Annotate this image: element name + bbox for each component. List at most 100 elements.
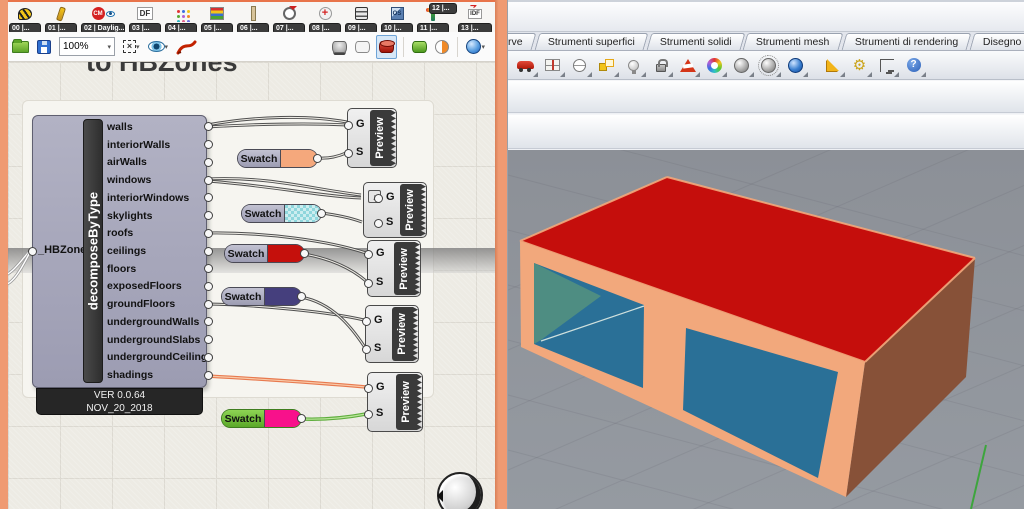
gh-tab-02-daylight[interactable]: CM 02 | Daylig... [80, 4, 126, 34]
layout-tool-button[interactable] [593, 53, 620, 78]
vehicle-tool-button[interactable] [512, 53, 539, 78]
component-name-strip[interactable]: decomposeByType [83, 119, 103, 383]
gh-tab-01[interactable]: 01 |... [44, 4, 78, 34]
output-param-ceilings[interactable]: ceilings [107, 242, 213, 260]
save-file-button[interactable] [35, 35, 53, 59]
color-tool-button[interactable] [701, 53, 728, 78]
zoom-level-select[interactable]: 100% ▾ [59, 37, 115, 56]
chevron-down-icon[interactable]: ▾ [107, 43, 111, 51]
bee-icon [12, 5, 38, 22]
display-mode-button[interactable]: ▾ [464, 35, 487, 59]
gh-tab-04[interactable]: 04 |... [164, 4, 198, 34]
input-param-hbzone[interactable]: _HBZone [27, 244, 86, 256]
preview-component-1[interactable]: G S Preview [343, 108, 397, 168]
preview-component-2[interactable]: ↓ G S Preview [363, 182, 427, 238]
output-param-shadings[interactable]: shadings [107, 366, 213, 384]
zoom-level-value: 100% [63, 41, 89, 52]
swatch-component-walls[interactable]: Swatch [237, 149, 322, 168]
gh-tab-05[interactable]: 05 |... [200, 4, 234, 34]
color-bars-icon [204, 5, 230, 22]
swatch-color-well[interactable] [264, 410, 301, 427]
output-param-floors[interactable]: floors [107, 260, 213, 278]
output-param-groundfloors[interactable]: groundFloors [107, 295, 213, 313]
tab-strumenti-di-rendering[interactable]: Strumenti di rendering [841, 33, 972, 50]
preview-off-icon [332, 40, 348, 53]
output-param-airwalls[interactable]: airWalls [107, 153, 213, 171]
empty-toolbar-band-2 [508, 114, 1024, 149]
swatch-component-roofs[interactable]: Swatch [224, 244, 309, 263]
output-param-exposedfloors[interactable]: exposedFloors [107, 278, 213, 296]
map-icon [545, 59, 560, 71]
lock-icon [655, 58, 668, 72]
open-folder-icon [12, 38, 29, 53]
gh-tab-09[interactable]: 09 |... [344, 4, 378, 34]
eye-icon [147, 41, 165, 52]
material-sphere-button[interactable] [728, 53, 755, 78]
visibility-button[interactable]: ▾ [146, 35, 171, 59]
output-param-walls[interactable]: walls [107, 118, 213, 136]
help-button[interactable]: ? [900, 53, 927, 78]
flag-icon [826, 59, 839, 71]
swatch-color-well[interactable] [264, 288, 301, 305]
sketch-tool-button[interactable] [174, 35, 200, 59]
swatch-component-shadings-selected[interactable]: Swatch [221, 409, 306, 428]
grasshopper-toolbar: 100% ▾ × ▾ ▾ ▾ [8, 32, 495, 62]
output-param-undergroundwalls[interactable]: undergroundWalls [107, 313, 213, 331]
green-axis-line [970, 444, 987, 509]
gh-tab-10[interactable]: OS 10 |... [380, 4, 414, 34]
tab-strumenti-superfici[interactable]: Strumenti superfici [534, 33, 649, 50]
swatch-color-well[interactable] [280, 150, 317, 167]
gh-tab-03[interactable]: DF 03 |... [128, 4, 162, 34]
open-file-button[interactable] [10, 35, 31, 59]
chevron-down-icon[interactable]: ▾ [136, 43, 140, 51]
help-icon: ? [906, 58, 921, 72]
render-tool-button[interactable] [674, 53, 701, 78]
gh-tab-13[interactable]: IDF 13 |... [457, 4, 493, 34]
tab-strumenti-curve[interactable]: nti curve [508, 33, 537, 50]
environment-sphere-button[interactable] [782, 53, 809, 78]
swatch-color-well[interactable] [284, 205, 321, 222]
document-preview-button[interactable] [410, 35, 429, 59]
swatch-component-floors[interactable]: Swatch [221, 287, 306, 306]
swatch-color-well[interactable] [267, 245, 304, 262]
flag-tool-button[interactable] [819, 53, 846, 78]
compass-tool-button[interactable] [566, 53, 593, 78]
preview-mesh-quality-button[interactable] [433, 35, 451, 59]
output-param-windows[interactable]: windows [107, 171, 213, 189]
gh-tab-06[interactable]: 06 |... [236, 4, 270, 34]
tab-strumenti-mesh[interactable]: Strumenti mesh [742, 33, 844, 50]
preview-component-5[interactable]: G S Preview [363, 372, 423, 432]
chevron-down-icon[interactable]: ▾ [481, 43, 485, 51]
rhino-3d-viewport[interactable] [508, 150, 1024, 509]
cube-icon: OS [384, 5, 410, 22]
output-param-interiorwalls[interactable]: interiorWalls [107, 136, 213, 154]
preview-component-3[interactable]: G S Preview [363, 240, 421, 297]
gh-tab-08[interactable]: + 08 |... [308, 4, 342, 34]
gh-tab-12[interactable]: 12 |... [428, 0, 458, 28]
output-param-interiorwindows[interactable]: interiorWindows [107, 189, 213, 207]
preview-shaded-button[interactable] [376, 34, 398, 59]
output-param-roofs[interactable]: roofs [107, 224, 213, 242]
gh-tab-00[interactable]: 00 |... [8, 4, 42, 34]
preview-wireframe-button[interactable] [353, 35, 372, 59]
chevron-down-icon[interactable]: ▾ [165, 43, 169, 51]
lock-tool-button[interactable] [647, 53, 674, 78]
decompose-by-type-component[interactable]: _HBZone decomposeByType walls interiorWa… [27, 115, 213, 388]
tab-strumenti-solidi[interactable]: Strumenti solidi [646, 33, 745, 50]
grasshopper-canvas[interactable]: to HBZones _HBZone decomposeByType walls… [8, 62, 495, 509]
output-param-undergroundslabs[interactable]: undergroundSlabs [107, 331, 213, 349]
preview-off-button[interactable] [330, 35, 349, 59]
zoom-extents-button[interactable]: × ▾ [121, 35, 142, 59]
output-param-undergroundceilings[interactable]: undergroundCeilings [107, 349, 213, 367]
light-tool-button[interactable] [620, 53, 647, 78]
dimension-tool-button[interactable] [873, 53, 900, 78]
output-param-skylights[interactable]: skylights [107, 207, 213, 225]
tab-disegno-tecnico[interactable]: Disegno tecnico [969, 33, 1024, 50]
swatch-component-windows[interactable]: Swatch [241, 204, 326, 223]
preview-component-4[interactable]: G S Preview [361, 305, 419, 363]
gh-tab-07[interactable]: 07 |... [272, 4, 306, 34]
settings-button[interactable]: ⚙ [846, 53, 873, 78]
cm-eye-icon: CM [90, 5, 116, 22]
material-sphere-alt-button[interactable] [755, 53, 782, 78]
map-tool-button[interactable] [539, 53, 566, 78]
